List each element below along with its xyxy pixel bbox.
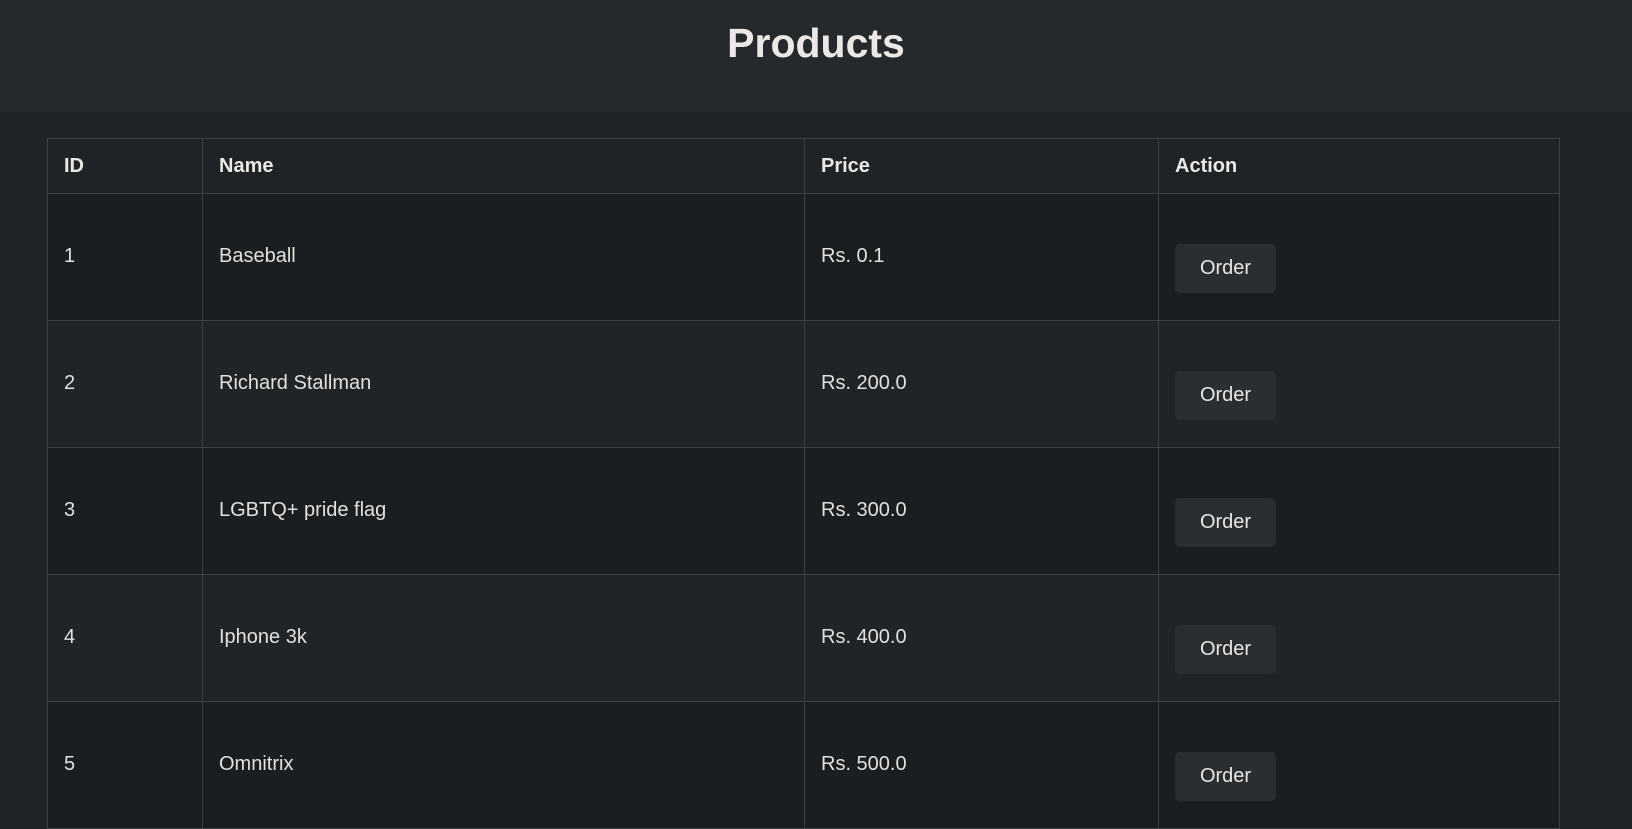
order-button[interactable]: Order xyxy=(1175,497,1276,547)
order-button[interactable]: Order xyxy=(1175,624,1276,674)
column-header-id: ID xyxy=(47,138,203,194)
column-header-action: Action xyxy=(1158,138,1560,194)
column-header-name: Name xyxy=(202,138,805,194)
products-table: ID Name Price Action 1 Baseball Rs. 0.1 … xyxy=(47,138,1560,829)
order-button[interactable]: Order xyxy=(1175,370,1276,420)
cell-name: Iphone 3k xyxy=(202,574,805,702)
page-header: Products xyxy=(0,0,1632,112)
cell-price: Rs. 400.0 xyxy=(804,574,1159,702)
cell-action: Order xyxy=(1158,701,1560,829)
cell-action: Order xyxy=(1158,320,1560,448)
table-row: 1 Baseball Rs. 0.1 Order xyxy=(47,193,1560,321)
cell-price: Rs. 500.0 xyxy=(804,701,1159,829)
cell-id: 2 xyxy=(47,320,203,448)
table-row: 2 Richard Stallman Rs. 200.0 Order xyxy=(47,320,1560,448)
cell-id: 4 xyxy=(47,574,203,702)
table-header-row: ID Name Price Action xyxy=(47,138,1560,194)
order-button[interactable]: Order xyxy=(1175,243,1276,293)
cell-name: Baseball xyxy=(202,193,805,321)
table-row: 4 Iphone 3k Rs. 400.0 Order xyxy=(47,574,1560,702)
cell-action: Order xyxy=(1158,193,1560,321)
cell-price: Rs. 300.0 xyxy=(804,447,1159,575)
cell-price: Rs. 200.0 xyxy=(804,320,1159,448)
cell-name: Omnitrix xyxy=(202,701,805,829)
cell-name: Richard Stallman xyxy=(202,320,805,448)
cell-price: Rs. 0.1 xyxy=(804,193,1159,321)
table-row: 5 Omnitrix Rs. 500.0 Order xyxy=(47,701,1560,829)
cell-id: 3 xyxy=(47,447,203,575)
order-button[interactable]: Order xyxy=(1175,751,1276,801)
cell-name: LGBTQ+ pride flag xyxy=(202,447,805,575)
column-header-price: Price xyxy=(804,138,1159,194)
cell-action: Order xyxy=(1158,574,1560,702)
products-table-container: ID Name Price Action 1 Baseball Rs. 0.1 … xyxy=(47,138,1560,829)
cell-id: 5 xyxy=(47,701,203,829)
cell-id: 1 xyxy=(47,193,203,321)
cell-action: Order xyxy=(1158,447,1560,575)
table-row: 3 LGBTQ+ pride flag Rs. 300.0 Order xyxy=(47,447,1560,575)
page-title: Products xyxy=(727,20,905,66)
